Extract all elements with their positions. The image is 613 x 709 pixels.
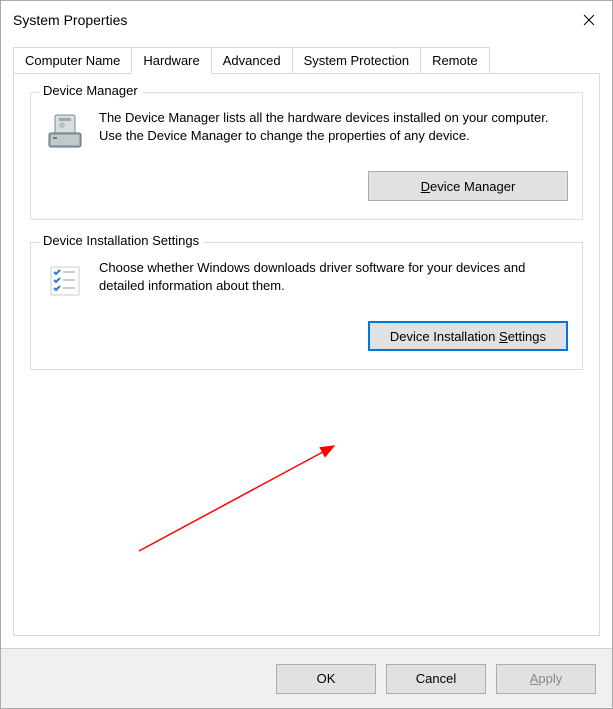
dialog-footer: OK Cancel Apply: [1, 648, 612, 708]
settings-list-icon: [45, 261, 85, 301]
tab-advanced[interactable]: Advanced: [211, 47, 293, 73]
tab-computer-name[interactable]: Computer Name: [13, 47, 132, 73]
device-manager-button[interactable]: Device Manager: [368, 171, 568, 201]
ok-button[interactable]: OK: [276, 664, 376, 694]
group-device-manager-title: Device Manager: [39, 83, 142, 98]
annotation-arrow: [134, 436, 354, 556]
group-device-installation: Device Installation Settings: [30, 242, 583, 370]
window-title: System Properties: [13, 12, 127, 28]
tab-system-protection[interactable]: System Protection: [292, 47, 422, 73]
group-device-installation-title: Device Installation Settings: [39, 233, 203, 248]
close-button[interactable]: [566, 5, 612, 35]
tab-panel-hardware: Device Manager The Device Manager lists …: [13, 73, 600, 636]
group-device-manager: Device Manager The Device Manager lists …: [30, 92, 583, 220]
group-device-installation-desc: Choose whether Windows downloads driver …: [99, 259, 568, 301]
device-installation-settings-button[interactable]: Device Installation Settings: [368, 321, 568, 351]
tab-remote[interactable]: Remote: [420, 47, 490, 73]
device-manager-icon: [45, 111, 85, 151]
group-device-manager-desc: The Device Manager lists all the hardwar…: [99, 109, 568, 151]
system-properties-window: System Properties Computer Name Hardware…: [0, 0, 613, 709]
tab-hardware[interactable]: Hardware: [131, 47, 211, 74]
close-icon: [583, 14, 595, 26]
apply-button[interactable]: Apply: [496, 664, 596, 694]
cancel-button[interactable]: Cancel: [386, 664, 486, 694]
dialog-body: Computer Name Hardware Advanced System P…: [1, 39, 612, 648]
tabstrip: Computer Name Hardware Advanced System P…: [13, 47, 600, 73]
titlebar: System Properties: [1, 1, 612, 39]
